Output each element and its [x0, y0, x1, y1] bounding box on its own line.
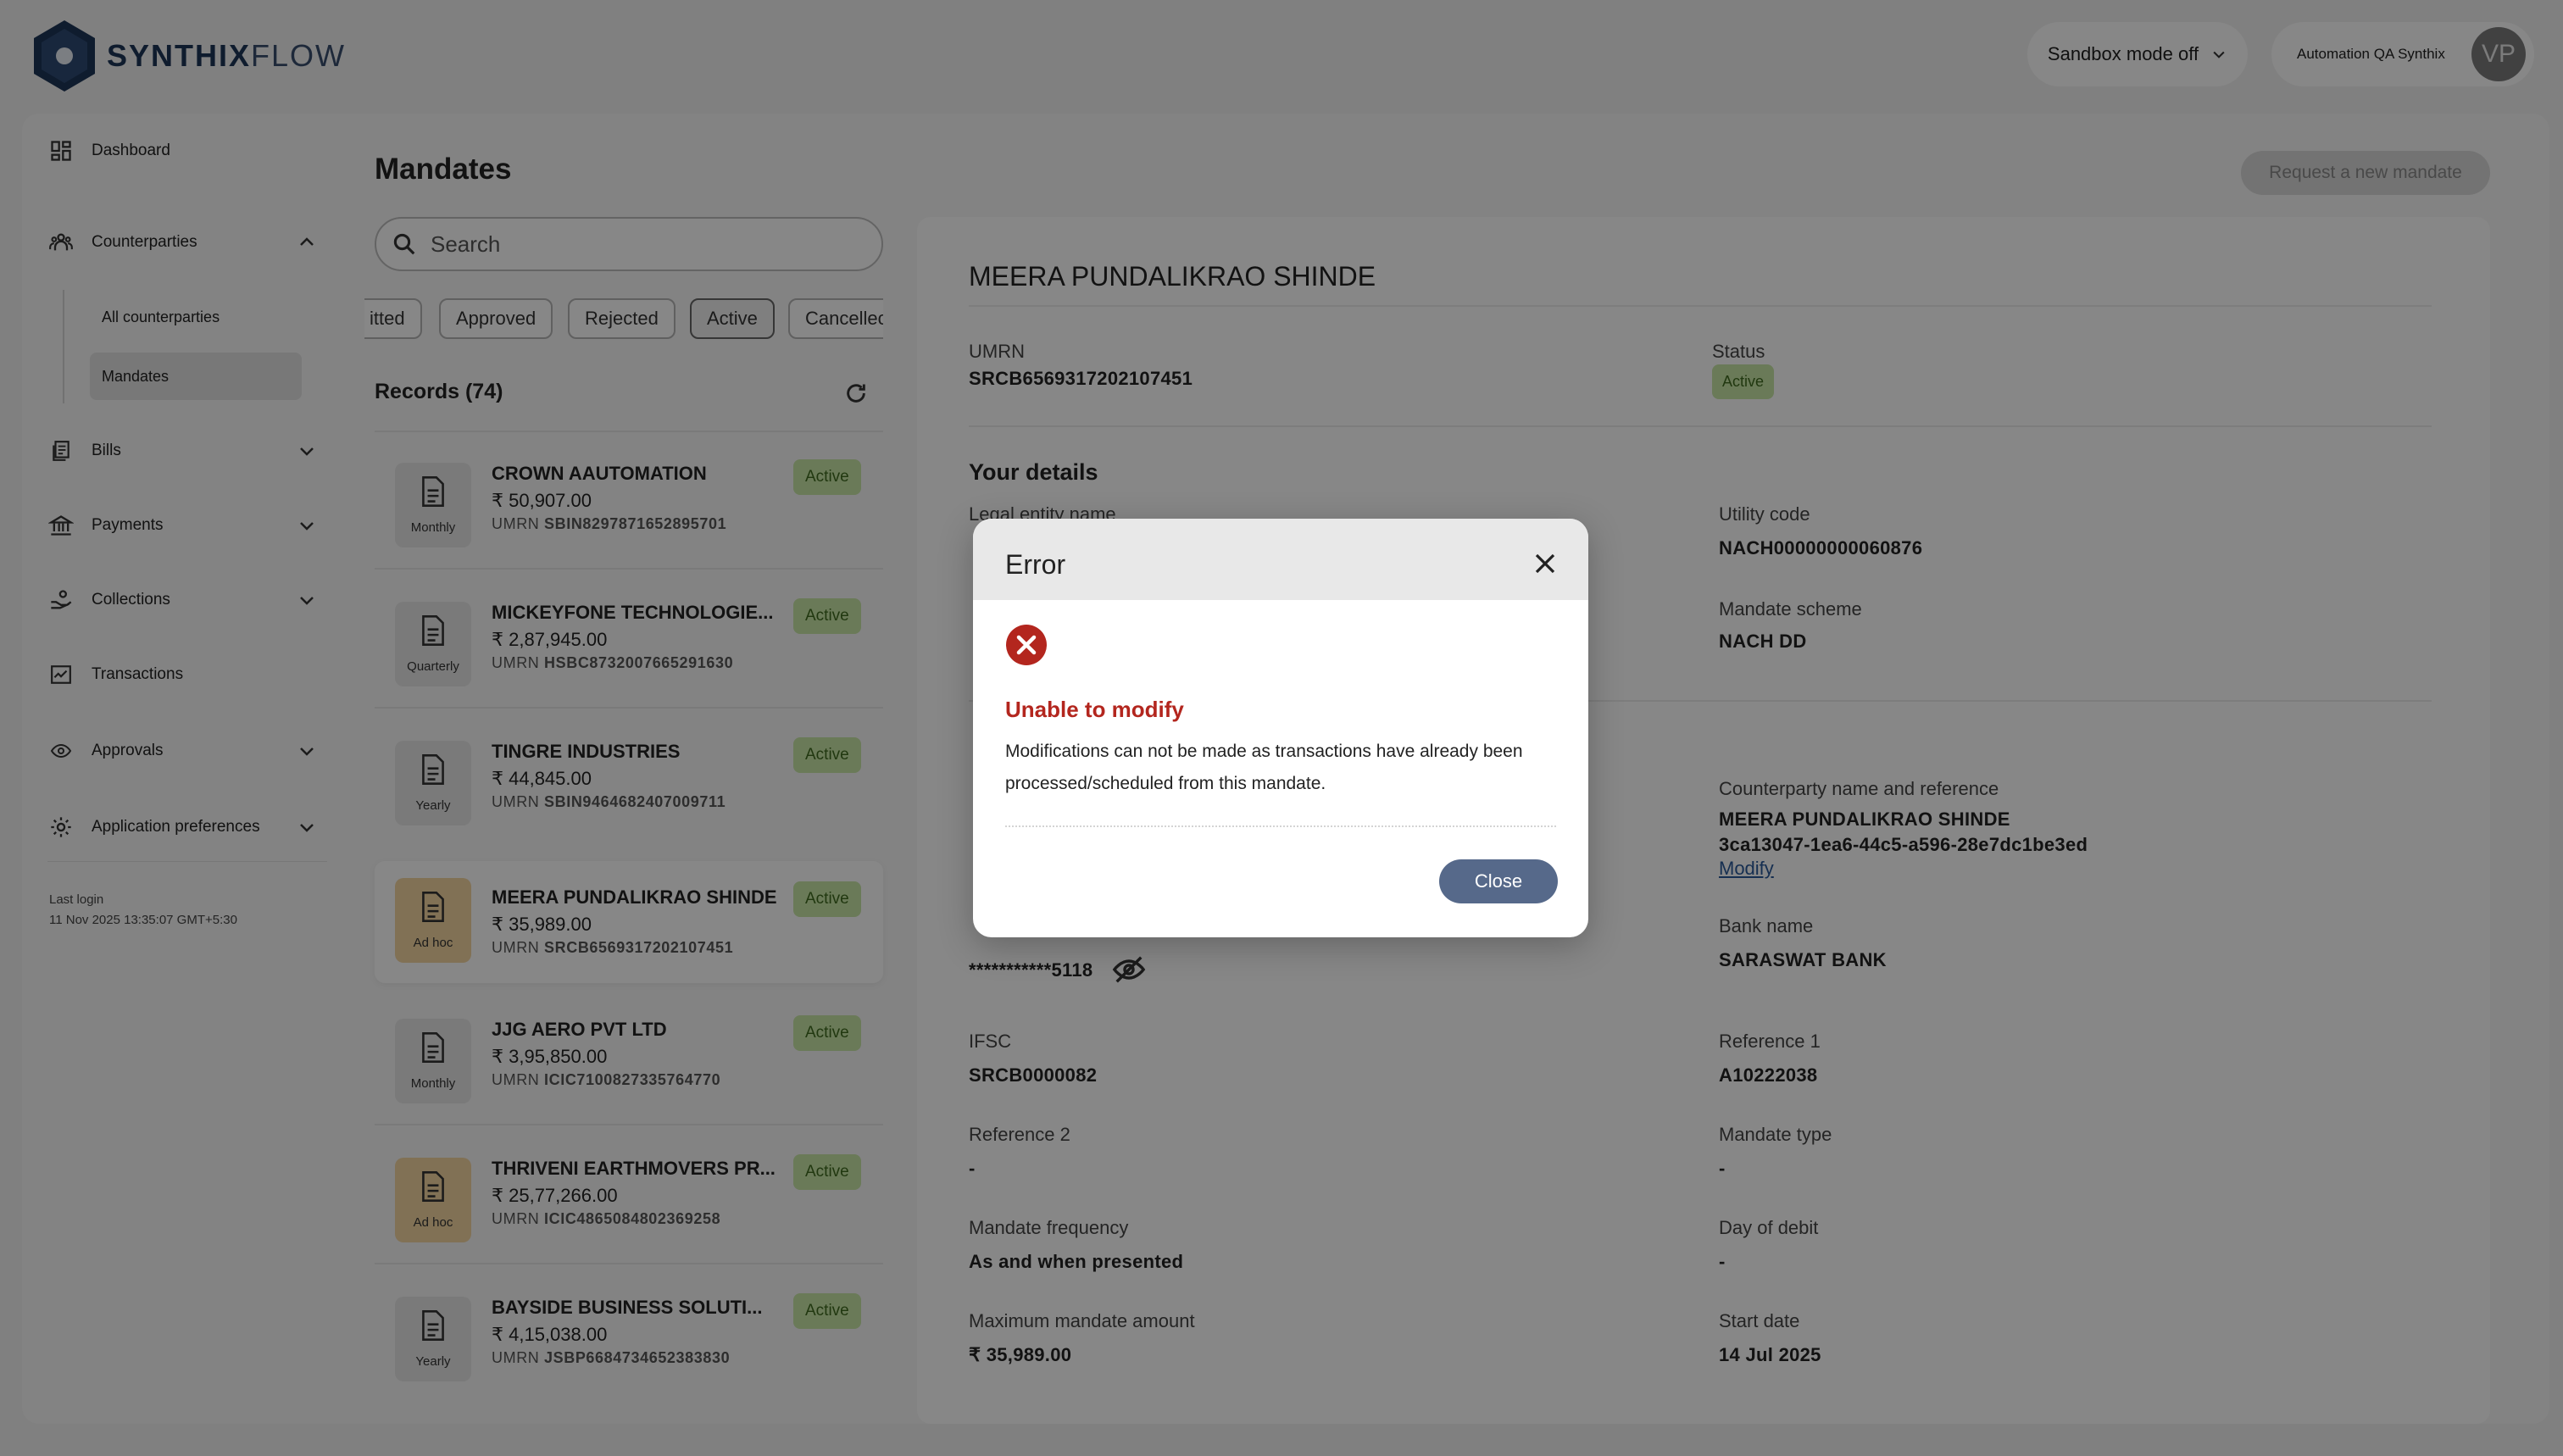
error-title: Unable to modify: [1005, 697, 1184, 722]
error-icon: [1006, 625, 1047, 665]
error-message: Modifications can not be made as transac…: [1005, 742, 1523, 793]
close-icon[interactable]: [1532, 551, 1558, 576]
error-dialog: Error Unable to modify Modifications can…: [973, 519, 1588, 937]
close-button[interactable]: Close: [1439, 859, 1558, 903]
dialog-title: Error: [1005, 549, 1066, 580]
dialog-divider: [1005, 825, 1556, 827]
